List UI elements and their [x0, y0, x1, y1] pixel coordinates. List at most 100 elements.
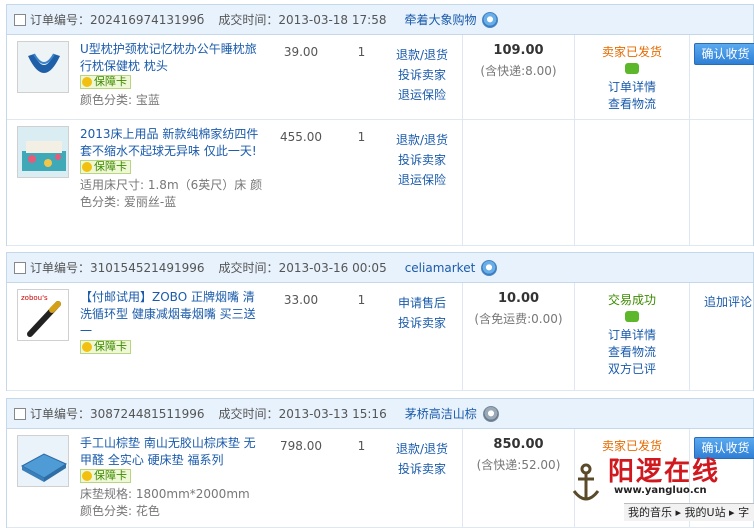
return-insurance-link[interactable]: 退运保险 [387, 85, 457, 105]
unit-price: 33.00 [283, 293, 319, 307]
guarantee-badge-label: 保障卡 [94, 75, 127, 88]
order-status: 卖家已发货 订单详情 查看物流 [575, 35, 690, 246]
order-number-label: 订单编号： [30, 407, 91, 421]
product-thumbnail[interactable] [17, 126, 69, 178]
order-number-label: 订单编号： [30, 13, 91, 27]
order-header: 订单编号： 20241697413199б 成交时间： 2013-03-18 1… [7, 5, 753, 35]
complain-link[interactable]: 投诉卖家 [387, 313, 457, 333]
refund-link[interactable]: 退款/退货 [387, 45, 457, 65]
unit-price: 455.00 [280, 130, 322, 144]
total-amount: 10.00 [497, 291, 540, 306]
guarantee-leaf-icon [82, 162, 92, 172]
order-action: 追加评论 [690, 283, 754, 391]
confirm-receipt-button[interactable]: 确认收货 [694, 43, 754, 65]
product-title[interactable]: 2013床上用品 新款纯棉家纺四件套不缩水不起球无异味 仅此一天! 保障卡 适用… [80, 126, 263, 211]
wangwang-chat-icon[interactable] [482, 11, 499, 28]
item-operations: 申请售后 投诉卖家 [387, 293, 457, 333]
complain-link[interactable]: 投诉卖家 [387, 459, 457, 479]
quantity: 1 [357, 130, 366, 144]
product-thumbnail[interactable]: zobou's [17, 289, 69, 341]
product-title[interactable]: 手工山棕垫 南山无胶山棕床垫 无甲醛 全实心 硬床垫 福系列 保障卡 床垫规格:… [80, 435, 263, 520]
unit-price: 798.00 [280, 439, 322, 453]
order-total: 109.00 (含快递:8.00) [462, 35, 575, 246]
deal-time-label: 成交时间： [218, 261, 279, 275]
chat-bubble-icon[interactable] [625, 311, 639, 322]
svg-text:zobou's: zobou's [21, 294, 48, 302]
wangwang-chat-icon[interactable] [481, 259, 498, 276]
refund-link[interactable]: 退款/退货 [387, 439, 457, 459]
shipping-fee: (含快递:52.00) [476, 458, 561, 472]
total-amount: 109.00 [493, 43, 544, 58]
order-number: 308724481511996 [90, 406, 205, 421]
chat-bubble-icon[interactable] [625, 63, 639, 74]
order-total: 10.00 (含免运费:0.00) [462, 283, 575, 391]
item-operations: 退款/退货 投诉卖家 [387, 439, 457, 479]
guarantee-badge-label: 保障卡 [94, 469, 127, 482]
add-review-link[interactable]: 追加评论 [704, 293, 752, 310]
product-title-text[interactable]: 2013床上用品 新款纯棉家纺四件套不缩水不起球无异味 仅此一天! [80, 127, 258, 158]
order-card: 订单编号： 308724481511996 成交时间： 2013-03-13 1… [6, 398, 754, 528]
deal-time-label: 成交时间： [218, 407, 279, 421]
product-title[interactable]: 【付邮试用】ZOBO 正牌烟嘴 清洗循环型 健康减烟毒烟嘴 买三送一 保障卡 [80, 289, 263, 357]
shipping-fee: (含免运费:0.00) [474, 312, 563, 326]
deal-time: 2013-03-13 15:16 [278, 406, 387, 421]
order-checkbox[interactable] [14, 13, 26, 26]
status-text: 卖家已发货 [601, 45, 662, 59]
product-attrs: 颜色分类: 宝蓝 [80, 93, 160, 107]
product-thumbnail[interactable] [17, 41, 69, 93]
product-thumbnail[interactable] [17, 435, 69, 487]
shop-link[interactable]: 牵着大象购物 [404, 11, 476, 28]
total-amount: 850.00 [493, 437, 544, 452]
guarantee-badge[interactable]: 保障卡 [80, 469, 131, 483]
order-header: 订单编号： 308724481511996 成交时间： 2013-03-13 1… [7, 399, 753, 429]
product-title[interactable]: U型枕护颈枕记忆枕办公午睡枕旅行枕保健枕 枕头 保障卡 颜色分类: 宝蓝 [80, 41, 263, 109]
complain-link[interactable]: 投诉卖家 [387, 65, 457, 85]
product-title-text[interactable]: 手工山棕垫 南山无胶山棕床垫 无甲醛 全实心 硬床垫 福系列 [80, 436, 256, 467]
unit-price: 39.00 [283, 45, 319, 59]
quantity: 1 [357, 45, 366, 59]
deal-time-label: 成交时间： [218, 13, 279, 27]
after-sales-link[interactable]: 申请售后 [387, 293, 457, 313]
guarantee-leaf-icon [82, 471, 92, 481]
order-status: 卖家已发货 [575, 429, 690, 528]
order-number-label: 订单编号： [30, 261, 91, 275]
shop-link[interactable]: 茅桥高洁山棕 [405, 405, 477, 422]
order-checkbox[interactable] [14, 407, 26, 420]
product-attrs: 床垫规格: 1800mm*2000mm 颜色分类: 花色 [80, 487, 250, 518]
status-text: 交易成功 [607, 293, 656, 307]
both-reviewed-link[interactable]: 双方已评 [575, 361, 689, 378]
order-detail-link[interactable]: 订单详情 [575, 79, 689, 96]
wangwang-offline-icon[interactable] [482, 405, 499, 422]
guarantee-badge[interactable]: 保障卡 [80, 340, 131, 354]
item-operations: 退款/退货 投诉卖家 退运保险 [387, 45, 457, 105]
refund-link[interactable]: 退款/退货 [387, 130, 457, 150]
complain-link[interactable]: 投诉卖家 [387, 150, 457, 170]
guarantee-badge[interactable]: 保障卡 [80, 160, 131, 174]
order-number: 20241697413199б [90, 12, 205, 27]
order-total: 850.00 (含快递:52.00) [462, 429, 575, 528]
order-detail-link[interactable]: 订单详情 [575, 327, 689, 344]
order-action: 确认收货 [690, 35, 754, 246]
guarantee-badge-label: 保障卡 [94, 340, 127, 353]
shipping-fee: (含快递:8.00) [480, 64, 557, 78]
deal-time: 2013-03-16 00:05 [278, 260, 387, 275]
order-card: 订单编号： 310154521491996 成交时间： 2013-03-16 0… [6, 252, 754, 391]
confirm-receipt-button[interactable]: 确认收货 [694, 437, 754, 459]
guarantee-badge-label: 保障卡 [94, 160, 127, 173]
return-insurance-link[interactable]: 退运保险 [387, 170, 457, 190]
status-text: 卖家已发货 [601, 439, 662, 453]
order-status: 交易成功 订单详情 查看物流 双方已评 [575, 283, 690, 391]
order-action: 确认收货 [690, 429, 754, 528]
product-title-text[interactable]: U型枕护颈枕记忆枕办公午睡枕旅行枕保健枕 枕头 [80, 42, 257, 73]
guarantee-badge[interactable]: 保障卡 [80, 75, 131, 89]
order-checkbox[interactable] [14, 261, 26, 274]
view-logistics-link[interactable]: 查看物流 [575, 344, 689, 361]
guarantee-leaf-icon [82, 342, 92, 352]
order-number: 310154521491996 [90, 260, 205, 275]
guarantee-leaf-icon [82, 77, 92, 87]
order-card: 订单编号： 20241697413199б 成交时间： 2013-03-18 1… [6, 4, 754, 246]
product-title-text[interactable]: 【付邮试用】ZOBO 正牌烟嘴 清洗循环型 健康减烟毒烟嘴 买三送一 [80, 290, 256, 338]
view-logistics-link[interactable]: 查看物流 [575, 96, 689, 113]
shop-link[interactable]: celiamarket [405, 261, 476, 275]
quantity: 1 [357, 293, 366, 307]
